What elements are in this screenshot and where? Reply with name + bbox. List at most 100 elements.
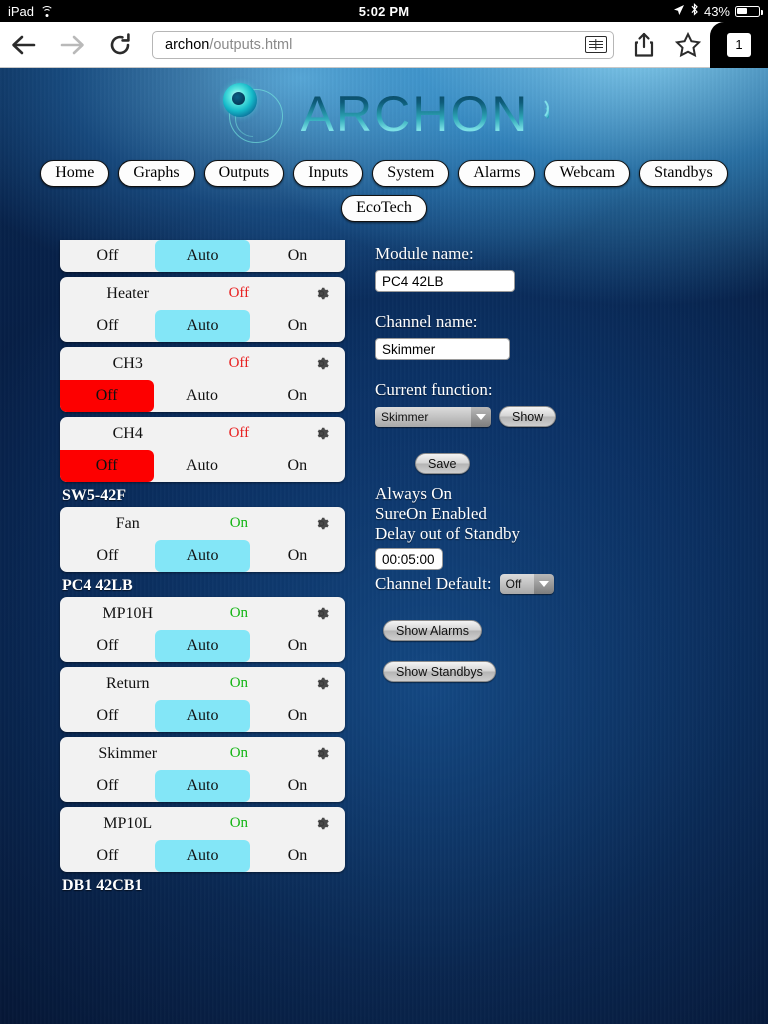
show-standbys-button[interactable]: Show Standbys — [383, 661, 496, 683]
mode-selector: Off Auto On — [60, 630, 345, 662]
show-button[interactable]: Show — [499, 406, 557, 427]
reload-icon[interactable] — [96, 22, 144, 68]
url-path: /outputs.html — [209, 36, 293, 53]
gear-icon[interactable] — [311, 604, 331, 624]
mode-auto[interactable]: Auto — [154, 380, 249, 412]
reader-view-icon[interactable] — [585, 36, 607, 53]
channel-header: CH3 Off — [60, 347, 345, 380]
channel-name: CH3 — [112, 354, 143, 372]
mode-off[interactable]: Off — [60, 540, 155, 572]
mode-auto[interactable]: Auto — [155, 770, 250, 802]
channel-name: MP10L — [103, 814, 153, 832]
mode-off[interactable]: Off — [60, 770, 155, 802]
gear-icon[interactable] — [311, 284, 331, 304]
tab-count-button[interactable]: 1 — [710, 21, 768, 68]
gear-icon[interactable] — [311, 424, 331, 444]
channel-card: MP10L On Off Auto On — [60, 807, 345, 872]
mode-off[interactable]: Off — [60, 240, 155, 272]
channel-card: CH3 Off Off Auto On — [60, 347, 345, 412]
bookmark-star-icon[interactable] — [666, 22, 710, 68]
channel-header: Fan On — [60, 507, 345, 540]
gear-icon[interactable] — [311, 674, 331, 694]
nav-item-standbys[interactable]: Standbys — [639, 160, 728, 187]
mode-auto[interactable]: Auto — [155, 540, 250, 572]
mode-on[interactable]: On — [250, 450, 345, 482]
nav-item-inputs[interactable]: Inputs — [293, 160, 364, 187]
mode-on[interactable]: On — [250, 700, 345, 732]
mode-off[interactable]: Off — [60, 840, 155, 872]
gear-icon[interactable] — [311, 354, 331, 374]
channel-header: MP10H On — [60, 597, 345, 630]
mode-selector: Off Auto On — [60, 450, 345, 482]
mode-auto[interactable]: Auto — [154, 450, 249, 482]
mode-selector: Off Auto On — [60, 380, 345, 412]
channel-name: Return — [105, 674, 150, 692]
module-name-input[interactable]: PC4 42LB — [375, 270, 515, 292]
channel-card: Off Auto On — [60, 240, 345, 272]
channel-status: Off — [228, 285, 250, 301]
browser-toolbar: archon/outputs.html 1 — [0, 21, 768, 68]
chevron-down-icon — [533, 574, 554, 595]
module-group-label: PC4 42LB — [62, 577, 133, 594]
save-button[interactable]: Save — [415, 453, 470, 474]
gear-icon[interactable] — [311, 744, 331, 764]
mode-off[interactable]: Off — [60, 700, 155, 732]
site-logo: ARCHON — [0, 68, 768, 160]
channel-card: Skimmer On Off Auto On — [60, 737, 345, 802]
mode-auto[interactable]: Auto — [155, 700, 250, 732]
delay-out-of-standby-input[interactable]: 00:05:00 — [375, 548, 443, 571]
channel-header: Skimmer On — [60, 737, 345, 770]
secondary-navigation: EcoTech — [0, 195, 768, 222]
chevron-down-icon — [471, 406, 491, 427]
mode-selector: Off Auto On — [60, 310, 345, 342]
current-function-select[interactable]: Skimmer — [375, 406, 491, 427]
gear-icon[interactable] — [311, 814, 331, 834]
back-arrow-icon[interactable] — [0, 22, 48, 68]
nav-item-outputs[interactable]: Outputs — [203, 160, 285, 187]
channel-name: CH4 — [112, 424, 143, 442]
channel-default-value: Off — [499, 574, 534, 595]
share-icon[interactable] — [622, 22, 666, 68]
mode-off[interactable]: Off — [60, 380, 155, 412]
mode-off[interactable]: Off — [60, 630, 155, 662]
nav-item-webcam[interactable]: Webcam — [544, 160, 631, 187]
mode-auto[interactable]: Auto — [155, 310, 250, 342]
mode-auto[interactable]: Auto — [155, 240, 250, 272]
location-arrow-icon — [673, 4, 685, 19]
ios-status-bar: iPad 5:02 PM 43% — [0, 0, 768, 22]
nav-item-graphs[interactable]: Graphs — [118, 160, 195, 187]
sureon-enabled-text: SureOn Enabled — [375, 504, 487, 524]
nav-item-system[interactable]: System — [372, 160, 450, 187]
channel-name: MP10H — [102, 604, 154, 622]
mode-on[interactable]: On — [250, 380, 345, 412]
mode-on[interactable]: On — [250, 770, 345, 802]
show-alarms-button[interactable]: Show Alarms — [383, 620, 482, 642]
mode-off[interactable]: Off — [60, 310, 155, 342]
channel-header: CH4 Off — [60, 417, 345, 450]
nav-item-alarms[interactable]: Alarms — [458, 160, 536, 187]
url-host: archon — [165, 36, 210, 53]
channel-default-select[interactable]: Off — [499, 574, 554, 595]
mode-on[interactable]: On — [250, 240, 345, 272]
nav-item-home[interactable]: Home — [40, 160, 110, 187]
mode-on[interactable]: On — [250, 540, 345, 572]
nav-item-ecotech[interactable]: EcoTech — [341, 195, 427, 222]
address-bar[interactable]: archon/outputs.html — [152, 30, 614, 59]
forward-arrow-icon[interactable] — [48, 22, 96, 68]
mode-auto[interactable]: Auto — [155, 840, 250, 872]
channel-header: Return On — [60, 667, 345, 700]
mode-on[interactable]: On — [250, 310, 345, 342]
signal-waves-icon — [529, 80, 551, 126]
mode-on[interactable]: On — [250, 840, 345, 872]
channel-header: Heater Off — [60, 277, 345, 310]
mode-off[interactable]: Off — [60, 450, 155, 482]
mode-on[interactable]: On — [250, 630, 345, 662]
channel-card: CH4 Off Off Auto On — [60, 417, 345, 482]
module-group-label: SW5-42F — [62, 487, 126, 504]
channel-card: MP10H On Off Auto On — [60, 597, 345, 662]
mode-auto[interactable]: Auto — [155, 630, 250, 662]
channel-name-input[interactable]: Skimmer — [375, 338, 510, 360]
channel-status: On — [229, 675, 249, 691]
gear-icon[interactable] — [311, 514, 331, 534]
channel-card: Fan On Off Auto On — [60, 507, 345, 572]
